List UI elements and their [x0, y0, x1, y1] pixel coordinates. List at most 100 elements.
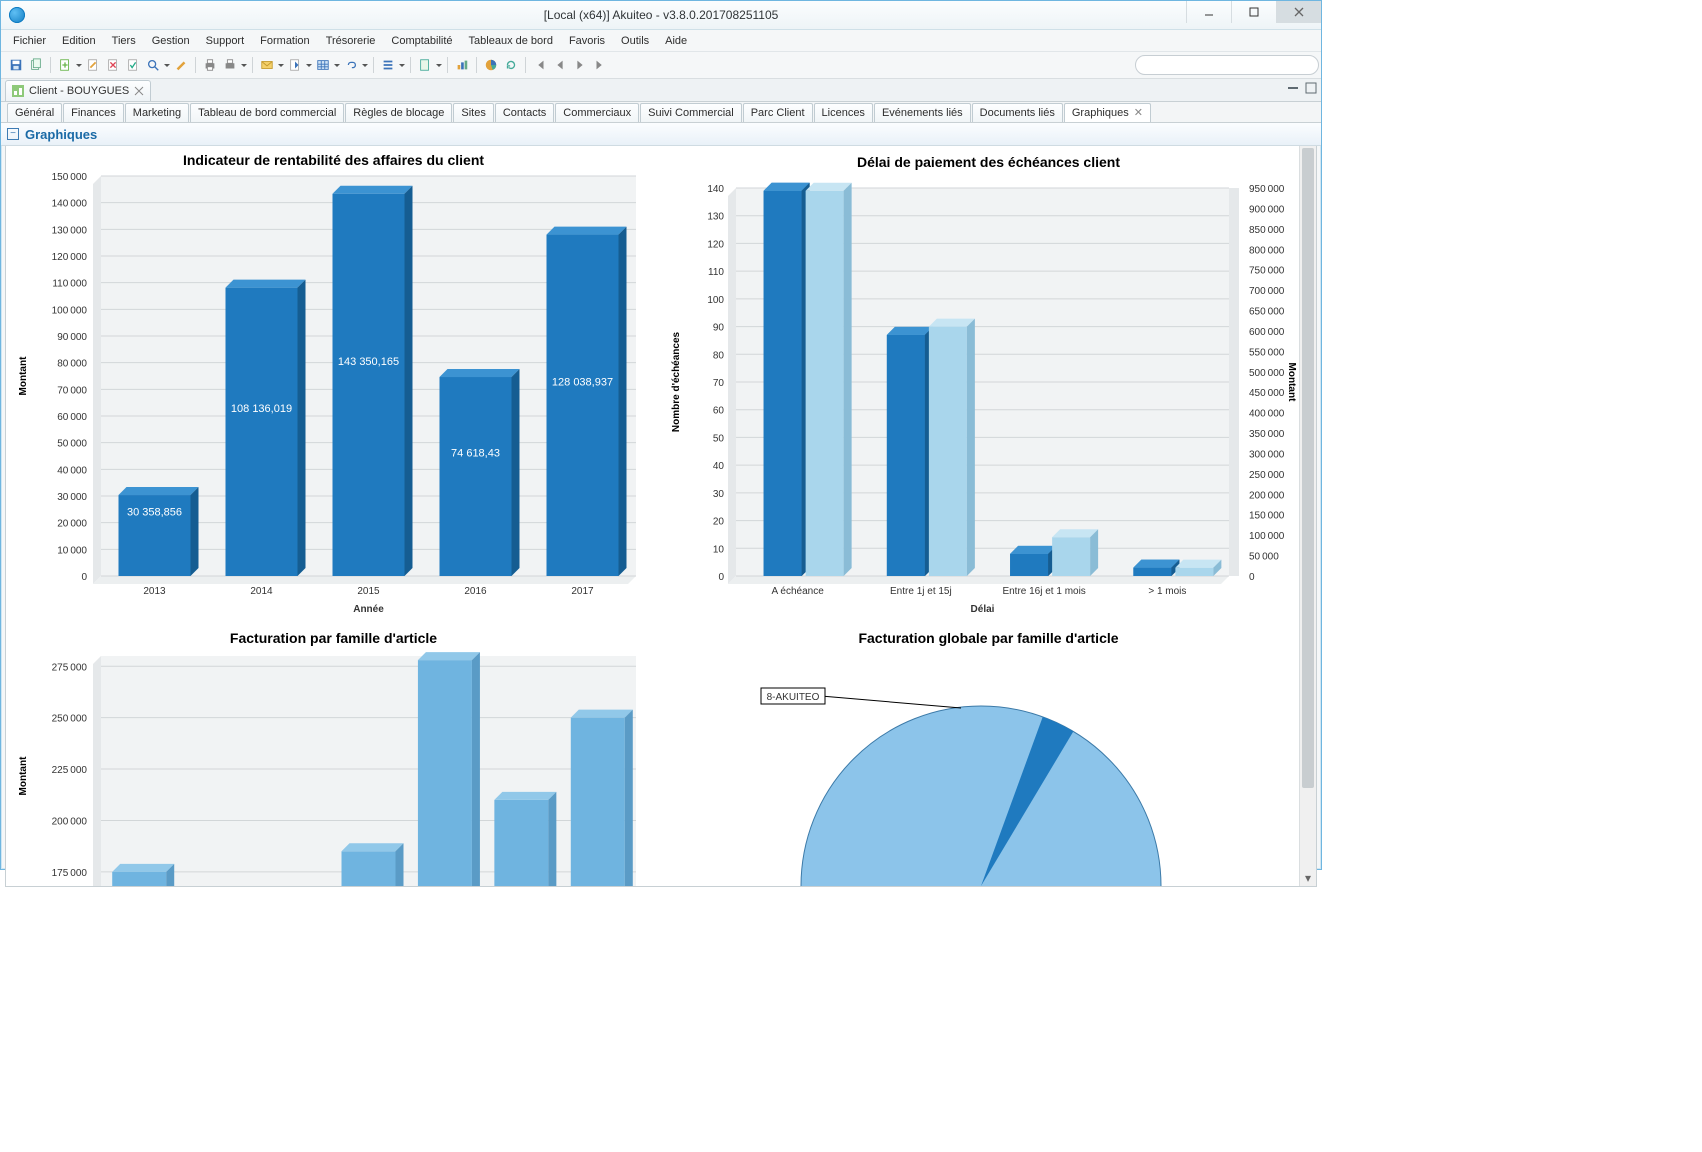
title-bar: [Local (x64)] Akuiteo - v3.8.0.201708251… — [1, 1, 1321, 30]
window-title: [Local (x64)] Akuiteo - v3.8.0.201708251… — [1, 8, 1321, 22]
app-icon — [9, 7, 25, 23]
print2-icon[interactable] — [221, 56, 239, 74]
save-icon[interactable] — [7, 56, 25, 74]
dropdown-icon[interactable] — [436, 61, 442, 70]
close-subtab-icon[interactable]: ✕ — [1134, 106, 1143, 119]
menu-tresorerie[interactable]: Trésorerie — [320, 34, 382, 48]
svg-text:250 000: 250 000 — [1249, 470, 1285, 481]
svg-text:A échéance: A échéance — [771, 586, 824, 597]
menu-fichier[interactable]: Fichier — [7, 34, 52, 48]
menu-aide[interactable]: Aide — [659, 34, 693, 48]
menu-tiers[interactable]: Tiers — [106, 34, 142, 48]
nav-last-icon[interactable] — [591, 56, 609, 74]
new-doc-icon[interactable] — [56, 56, 74, 74]
svg-text:80 000: 80 000 — [57, 359, 87, 370]
menu-formation[interactable]: Formation — [254, 34, 316, 48]
chart-area: Indicateur de rentabilité des affaires d… — [5, 146, 1317, 887]
dropdown-icon[interactable] — [241, 61, 247, 70]
scroll-thumb[interactable] — [1302, 148, 1314, 788]
svg-text:Montant: Montant — [18, 756, 29, 796]
subtab-general[interactable]: Général — [7, 103, 62, 122]
maximize-editor-icon[interactable] — [1305, 82, 1317, 94]
doc-green-icon[interactable] — [416, 56, 434, 74]
pie-chart-icon[interactable] — [482, 56, 500, 74]
subtab-regles[interactable]: Règles de blocage — [345, 103, 452, 122]
subtab-evts[interactable]: Evénements liés — [874, 103, 971, 122]
subtab-licences[interactable]: Licences — [814, 103, 873, 122]
nav-first-icon[interactable] — [531, 56, 549, 74]
svg-text:70: 70 — [713, 378, 725, 389]
svg-text:250 000: 250 000 — [52, 714, 88, 725]
dropdown-icon[interactable] — [164, 61, 170, 70]
svg-text:200 000: 200 000 — [1249, 490, 1285, 501]
menu-favoris[interactable]: Favoris — [563, 34, 611, 48]
subtab-docs[interactable]: Documents liés — [972, 103, 1063, 122]
collapse-icon[interactable]: − — [7, 128, 19, 140]
subtab-parc[interactable]: Parc Client — [743, 103, 813, 122]
maximize-button[interactable] — [1231, 1, 1276, 23]
search-input[interactable] — [1135, 55, 1319, 75]
dropdown-icon[interactable] — [362, 61, 368, 70]
editor-tab-label: Client - BOUYGUES — [29, 85, 129, 97]
svg-text:700 000: 700 000 — [1249, 286, 1285, 297]
close-button[interactable] — [1276, 1, 1321, 23]
refresh-icon[interactable] — [502, 56, 520, 74]
edit-doc-icon[interactable] — [84, 56, 102, 74]
search-doc-icon[interactable] — [144, 56, 162, 74]
vertical-scrollbar[interactable]: ▴ ▾ — [1299, 146, 1316, 886]
table-icon[interactable] — [314, 56, 332, 74]
subtab-suivi[interactable]: Suivi Commercial — [640, 103, 742, 122]
separator-icon — [50, 57, 51, 73]
menu-tdb[interactable]: Tableaux de bord — [463, 34, 559, 48]
menu-edition[interactable]: Edition — [56, 34, 102, 48]
delete-doc-icon[interactable] — [104, 56, 122, 74]
list-icon[interactable] — [379, 56, 397, 74]
svg-text:50 000: 50 000 — [57, 439, 87, 450]
svg-text:74 618,43: 74 618,43 — [451, 448, 500, 460]
svg-text:20 000: 20 000 — [57, 519, 87, 530]
dropdown-icon[interactable] — [399, 61, 405, 70]
nav-prev-icon[interactable] — [551, 56, 569, 74]
svg-text:2016: 2016 — [464, 586, 487, 597]
subtab-marketing[interactable]: Marketing — [125, 103, 189, 122]
svg-text:Délai: Délai — [971, 604, 995, 615]
pencil-icon[interactable] — [172, 56, 190, 74]
svg-text:Nombre d'échéances: Nombre d'échéances — [671, 331, 682, 432]
subtab-graphiques[interactable]: Graphiques ✕ — [1064, 103, 1151, 122]
chart-bar-icon[interactable] — [453, 56, 471, 74]
dropdown-icon[interactable] — [76, 61, 82, 70]
subtab-commerciaux[interactable]: Commerciaux — [555, 103, 639, 122]
menu-gestion[interactable]: Gestion — [146, 34, 196, 48]
menu-comptabilite[interactable]: Comptabilité — [385, 34, 458, 48]
export-icon[interactable] — [286, 56, 304, 74]
svg-text:Année: Année — [353, 604, 384, 615]
dropdown-icon[interactable] — [278, 61, 284, 70]
close-tab-icon[interactable] — [134, 86, 144, 96]
link-icon[interactable] — [342, 56, 360, 74]
copy-icon[interactable] — [27, 56, 45, 74]
menu-support[interactable]: Support — [200, 34, 251, 48]
dropdown-icon[interactable] — [334, 61, 340, 70]
svg-text:143 350,165: 143 350,165 — [338, 356, 399, 368]
validate-doc-icon[interactable] — [124, 56, 142, 74]
subtab-tdb[interactable]: Tableau de bord commercial — [190, 103, 344, 122]
svg-text:0: 0 — [718, 572, 724, 583]
svg-text:40 000: 40 000 — [57, 465, 87, 476]
subtab-sites[interactable]: Sites — [453, 103, 493, 122]
svg-text:50 000: 50 000 — [1249, 552, 1279, 563]
dropdown-icon[interactable] — [306, 61, 312, 70]
editor-tab-client[interactable]: Client - BOUYGUES — [5, 80, 151, 101]
subtab-finances[interactable]: Finances — [63, 103, 124, 122]
menu-bar: Fichier Edition Tiers Gestion Support Fo… — [1, 30, 1321, 52]
print-icon[interactable] — [201, 56, 219, 74]
nav-next-icon[interactable] — [571, 56, 589, 74]
envelope-icon[interactable] — [258, 56, 276, 74]
subtab-contacts[interactable]: Contacts — [495, 103, 554, 122]
svg-text:128 038,937: 128 038,937 — [552, 376, 613, 388]
chart-facturation-famille: Facturation par famille d'article 100 00… — [6, 626, 661, 886]
svg-text:950 000: 950 000 — [1249, 184, 1285, 195]
scroll-down-icon[interactable]: ▾ — [1300, 870, 1316, 886]
minimize-button[interactable] — [1186, 1, 1231, 23]
menu-outils[interactable]: Outils — [615, 34, 655, 48]
minimize-editor-icon[interactable] — [1287, 82, 1299, 94]
